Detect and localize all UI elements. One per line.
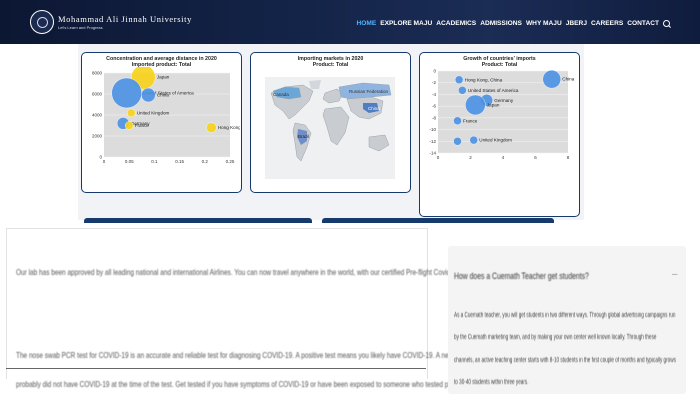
point-label: United Kingdom (137, 110, 170, 115)
concentration-chart-panel: Concentration and average distance in 20… (81, 52, 242, 193)
faq-card: How does a Cuemath Teacher get students?… (448, 246, 686, 394)
y-tick-label: -10 (429, 127, 436, 132)
data-point (458, 86, 467, 95)
growth-scatter: 0-2-4-6-8-10-12-140 2 4 6 8Hong Kong, ChinaU… (429, 69, 574, 161)
y-tick-label: 2000 (92, 134, 103, 139)
y-tick-label: -12 (429, 139, 436, 144)
import-growth-panel: Growth of countries' imports Product: To… (419, 52, 580, 217)
data-point (453, 116, 462, 125)
x-tick-label: 4 (502, 155, 505, 160)
data-point (127, 108, 136, 118)
y-tick-label: -8 (432, 115, 436, 120)
point-label: Japan (487, 102, 500, 107)
point-label: United States of America (468, 88, 519, 93)
divider (6, 368, 426, 369)
nav-academics[interactable]: ACADEMICS (436, 20, 476, 27)
nav-why-maju[interactable]: WHY MAJU (526, 20, 562, 27)
nav-jberj[interactable]: JBERJ (566, 20, 587, 27)
nav-careers[interactable]: CAREERS (591, 20, 623, 27)
nav-explore-maju[interactable]: EXPLORE MAJU (380, 20, 432, 27)
x-tick-label: 0 (437, 155, 440, 160)
x-tick-label: 8 (567, 155, 570, 160)
brand-name[interactable]: Mohammad Ali Jinnah University (58, 14, 192, 24)
x-tick-label: 0.25 (226, 159, 235, 164)
y-tick-label: -14 (429, 151, 436, 156)
map-label-canada: Canada (273, 92, 289, 97)
data-point (465, 94, 486, 116)
data-point (111, 77, 142, 109)
faq-answer-line: channels, an active teaching center star… (454, 357, 676, 364)
y-tick-label: 8000 (92, 71, 103, 76)
approval-text: Our lab has been approved by all leading… (16, 267, 474, 277)
university-logo[interactable] (30, 10, 54, 34)
map-label-china: China (368, 106, 380, 111)
y-tick-label: -4 (432, 92, 436, 97)
search-icon[interactable] (663, 20, 670, 27)
x-tick-label: 0.2 (202, 159, 209, 164)
point-label: Hong Kong, China (218, 125, 240, 130)
data-point (206, 122, 217, 133)
point-label: France (135, 123, 150, 128)
faq-question[interactable]: How does a Cuemath Teacher get students? (454, 271, 589, 282)
section-tab-right[interactable] (322, 218, 554, 223)
data-point (542, 69, 561, 89)
x-tick-label: 0 (103, 159, 106, 164)
data-point (125, 121, 134, 130)
chart-subtitle: Product: Total (312, 62, 349, 68)
importing-markets-panel: Importing markets in 2020 Product: Total… (250, 52, 411, 193)
section-tab-left[interactable] (84, 218, 312, 223)
world-map: Canada Russian Federation China Brazil (265, 77, 395, 179)
point-label: United Kingdom (479, 138, 512, 143)
nav-admissions[interactable]: ADMISSIONS (480, 20, 522, 27)
point-label: China (562, 77, 574, 82)
x-tick-label: 0.1 (151, 159, 158, 164)
data-point (141, 87, 156, 103)
x-tick-label: 6 (534, 155, 537, 160)
pcr-text-line1: The nose swab PCR test for COVID-19 is a… (16, 350, 512, 360)
brand-tagline: Let's Learn and Progress (58, 25, 103, 30)
y-tick-label: -6 (432, 104, 436, 109)
pcr-text-line2: probably did not have COVID-19 at the ti… (16, 379, 510, 389)
data-point (454, 75, 464, 84)
nav-home[interactable]: HOME (356, 20, 376, 27)
data-point (453, 137, 462, 146)
site-header: Mohammad Ali Jinnah University Let's Lea… (0, 0, 700, 44)
x-tick-label: 0.15 (175, 159, 184, 164)
y-tick-label: 4000 (92, 113, 103, 118)
point-label: Japan (157, 75, 170, 80)
point-label: Hong Kong, China (465, 77, 503, 82)
y-tick-label: -2 (432, 80, 436, 85)
point-label: France (463, 118, 478, 123)
x-tick-label: 0.05 (125, 159, 134, 164)
map-label-brazil: Brazil (298, 134, 309, 139)
faq-answer-line: by the Cuemath marketing team, and by ma… (454, 334, 657, 341)
concentration-scatter: 020004000600080000 0.05 0.1 0.15 0.2 0.25Japa… (92, 67, 240, 164)
y-tick-label: 0 (433, 69, 436, 74)
y-tick-label: 6000 (92, 92, 103, 97)
data-point (469, 135, 478, 145)
faq-answer-line: to 30-40 students within three years. (454, 379, 529, 386)
main-nav: HOME EXPLORE MAJU ACADEMICS ADMISSIONS W… (356, 20, 670, 27)
nav-contact[interactable]: CONTACT (627, 20, 659, 27)
x-tick-label: 2 (469, 155, 472, 160)
point-label: China (157, 93, 169, 98)
map-label-russia: Russian Federation (349, 89, 389, 94)
faq-answer-line: As a Cuemath teacher, you will get stude… (454, 312, 676, 319)
faq-toggle-icon[interactable]: – (672, 269, 678, 280)
